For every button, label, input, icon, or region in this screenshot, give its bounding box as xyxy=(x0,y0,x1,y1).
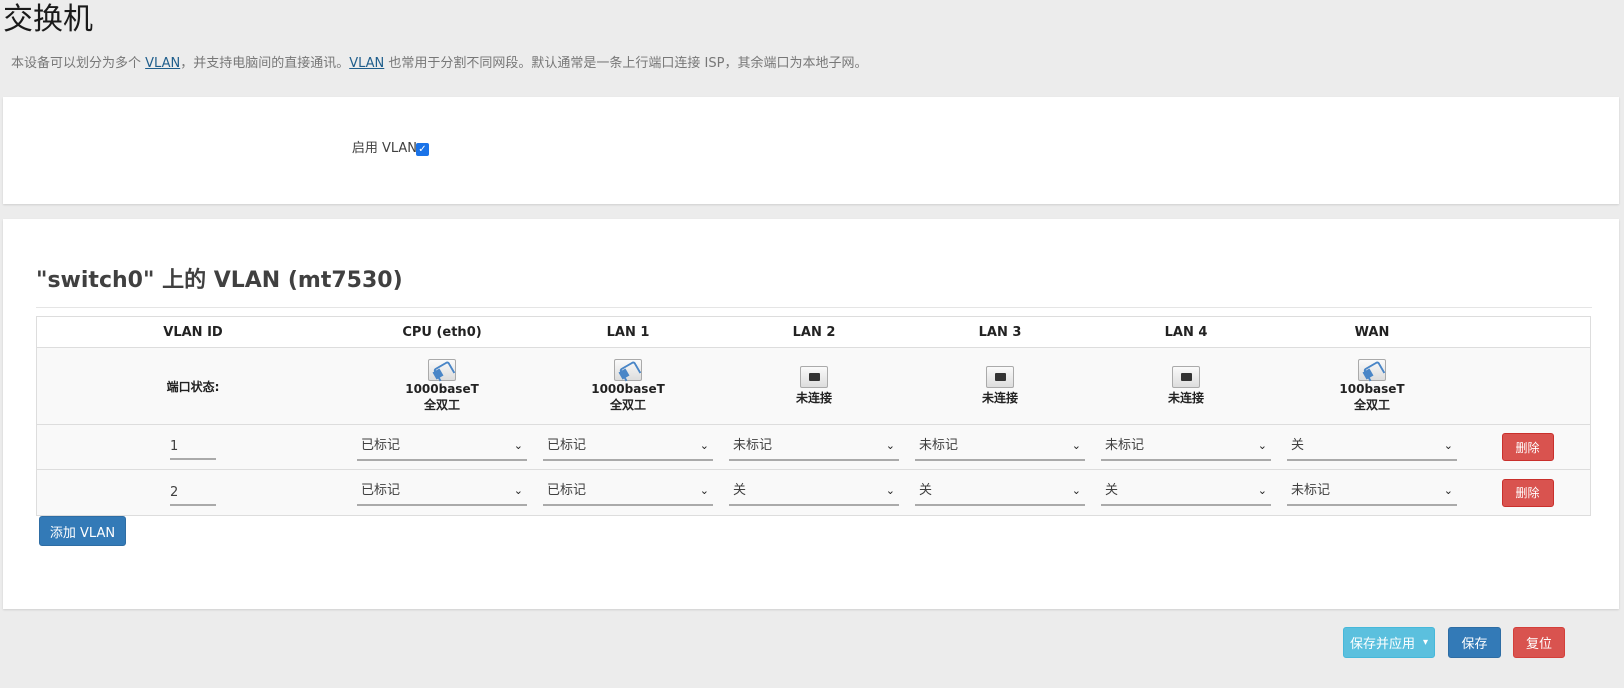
enable-vlan-row: 启用 VLAN ✓ xyxy=(3,139,1619,159)
vlan-table-panel: "switch0" 上的 VLAN (mt7530) VLAN ID CPU (… xyxy=(3,219,1619,609)
section-title: "switch0" 上的 VLAN (mt7530) xyxy=(36,268,403,293)
select-value: 已标记 xyxy=(361,483,401,498)
port-mode-select-lan2[interactable]: 未标记 ⌄ xyxy=(729,434,899,461)
chevron-down-icon: ⌄ xyxy=(699,484,709,497)
select-value: 未标记 xyxy=(1291,483,1331,498)
chevron-down-icon: ⌄ xyxy=(885,484,895,497)
delete-vlan-button[interactable]: 删除 xyxy=(1501,478,1554,507)
chevron-down-icon: ⌄ xyxy=(513,438,523,452)
select-value: 关 xyxy=(1291,437,1305,453)
port-status-label: 端口状态: xyxy=(166,379,220,394)
port-speed: 1000baseT xyxy=(591,382,665,396)
port-status-cpu: 1000baseT 全双工 xyxy=(349,348,535,424)
port-mode-select-lan3[interactable]: 未标记 ⌄ xyxy=(915,434,1085,461)
chevron-down-icon: ⌄ xyxy=(1071,438,1081,452)
header-lan2: LAN 2 xyxy=(792,324,836,340)
enable-vlan-panel: 启用 VLAN ✓ xyxy=(3,97,1619,204)
select-value: 关 xyxy=(919,483,933,498)
chevron-down-icon: ⌄ xyxy=(1443,438,1453,452)
port-disconnected-icon xyxy=(1172,366,1200,388)
port-mode-select-lan2[interactable]: 关 ⌄ xyxy=(729,479,899,506)
header-vlan-id: VLAN ID xyxy=(163,324,223,340)
vlan-id-input[interactable]: 2 xyxy=(170,480,216,506)
header-lan3: LAN 3 xyxy=(978,324,1022,340)
enable-vlan-checkbox[interactable]: ✓ xyxy=(416,143,429,156)
port-link-state: 未连接 xyxy=(1167,391,1204,405)
select-value: 未标记 xyxy=(733,437,773,453)
port-status-wan: 100baseT 全双工 xyxy=(1279,348,1465,424)
page-title: 交换机 xyxy=(3,2,93,37)
select-value: 关 xyxy=(733,483,747,498)
select-value: 已标记 xyxy=(547,483,587,498)
page-description: 本设备可以划分为多个 VLAN，并支持电脑间的直接通讯。VLAN 也常用于分割不… xyxy=(11,55,867,73)
port-disconnected-icon xyxy=(800,366,828,388)
chevron-down-icon: ⌄ xyxy=(885,438,895,452)
port-mode-select-cpu[interactable]: 已标记 ⌄ xyxy=(357,479,527,506)
vlan-table: VLAN ID CPU (eth0) LAN 1 LAN 2 LAN 3 LAN… xyxy=(36,316,1591,516)
select-value: 关 xyxy=(1105,483,1119,498)
desc-text-2: ，并支持电脑间的直接通讯。 xyxy=(180,56,350,71)
chevron-down-icon: ⌄ xyxy=(699,438,709,452)
vlan-link-2[interactable]: VLAN xyxy=(349,56,384,71)
chevron-down-icon: ⌄ xyxy=(1071,484,1081,497)
port-mode-select-cpu[interactable]: 已标记 ⌄ xyxy=(357,434,527,461)
delete-vlan-button[interactable]: 删除 xyxy=(1501,433,1554,461)
header-lan4: LAN 4 xyxy=(1164,324,1208,340)
save-button[interactable]: 保存 xyxy=(1448,627,1501,658)
port-status-lan2: 未连接 xyxy=(721,348,907,424)
desc-text-3: 也常用于分割不同网段。默认通常是一条上行端口连接 ISP，其余端口为本地子网。 xyxy=(384,56,868,71)
chevron-down-icon: ⌄ xyxy=(1443,484,1453,497)
port-link-state: 未连接 xyxy=(795,391,832,405)
select-value: 未标记 xyxy=(919,437,959,453)
desc-text-1: 本设备可以划分为多个 xyxy=(11,56,146,71)
port-mode-select-wan[interactable]: 未标记 ⌄ xyxy=(1287,479,1457,506)
port-connected-icon xyxy=(428,359,456,381)
chevron-down-icon: ⌄ xyxy=(1257,484,1267,497)
port-link-state: 未连接 xyxy=(981,391,1018,405)
port-duplex: 全双工 xyxy=(1353,398,1390,412)
dropdown-caret-icon[interactable]: ▾ xyxy=(1423,637,1428,648)
header-cpu: CPU (eth0) xyxy=(402,324,482,340)
port-mode-select-wan[interactable]: 关 ⌄ xyxy=(1287,434,1457,461)
table-row: 2 已标记 ⌄ 已标记 ⌄ 关 ⌄ 关 ⌄ 关 ⌄ 未标记 ⌄ 删除 xyxy=(37,470,1590,515)
port-speed: 1000baseT xyxy=(405,382,479,396)
add-vlan-button[interactable]: 添加 VLAN xyxy=(39,516,126,546)
chevron-down-icon: ⌄ xyxy=(513,484,523,497)
table-header-row: VLAN ID CPU (eth0) LAN 1 LAN 2 LAN 3 LAN… xyxy=(37,317,1590,348)
port-status-row: 端口状态: 1000baseT 全双工 1000baseT 全双工 未连接 未连… xyxy=(37,348,1590,425)
header-wan: WAN xyxy=(1354,324,1390,340)
enable-vlan-label: 启用 VLAN xyxy=(351,141,417,156)
save-and-apply-label: 保存并应用 xyxy=(1349,637,1415,652)
save-and-apply-button[interactable]: 保存并应用 ▾ xyxy=(1343,627,1435,658)
select-value: 未标记 xyxy=(1105,437,1145,453)
port-mode-select-lan1[interactable]: 已标记 ⌄ xyxy=(543,434,713,461)
table-row: 1 已标记 ⌄ 已标记 ⌄ 未标记 ⌄ 未标记 ⌄ 未标记 ⌄ 关 ⌄ 删除 xyxy=(37,425,1590,470)
port-status-lan3: 未连接 xyxy=(907,348,1093,424)
port-status-lan1: 1000baseT 全双工 xyxy=(535,348,721,424)
port-connected-icon xyxy=(1358,359,1386,381)
port-mode-select-lan1[interactable]: 已标记 ⌄ xyxy=(543,479,713,506)
select-value: 已标记 xyxy=(361,437,401,453)
port-duplex: 全双工 xyxy=(609,398,646,412)
section-divider xyxy=(36,307,1592,308)
reset-button[interactable]: 复位 xyxy=(1513,627,1565,658)
header-lan1: LAN 1 xyxy=(606,324,650,340)
vlan-link-1[interactable]: VLAN xyxy=(145,56,180,71)
port-speed: 100baseT xyxy=(1339,382,1405,396)
check-icon: ✓ xyxy=(418,144,427,155)
vlan-id-input[interactable]: 1 xyxy=(170,434,216,460)
select-value: 已标记 xyxy=(547,437,587,453)
port-mode-select-lan4[interactable]: 未标记 ⌄ xyxy=(1101,434,1271,461)
port-disconnected-icon xyxy=(986,366,1014,388)
port-mode-select-lan3[interactable]: 关 ⌄ xyxy=(915,479,1085,506)
port-status-lan4: 未连接 xyxy=(1093,348,1279,424)
port-connected-icon xyxy=(614,359,642,381)
chevron-down-icon: ⌄ xyxy=(1257,438,1267,452)
port-duplex: 全双工 xyxy=(423,398,460,412)
port-mode-select-lan4[interactable]: 关 ⌄ xyxy=(1101,479,1271,506)
